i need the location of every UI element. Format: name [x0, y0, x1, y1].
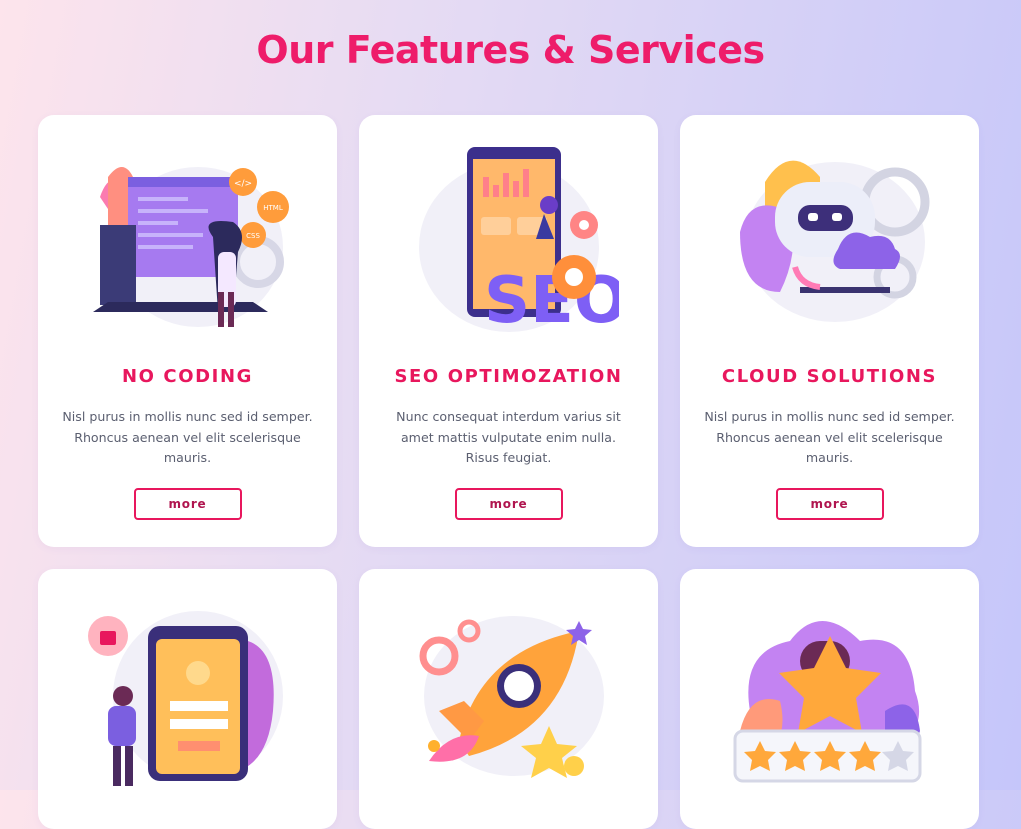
rating-stars-illustration: [733, 621, 921, 783]
more-button-no-coding[interactable]: more: [133, 488, 242, 520]
css-tag-label: CSS: [246, 232, 260, 240]
seo-text: SEO: [484, 264, 619, 337]
html-tag-label: HTML: [263, 204, 283, 212]
cloud-robot-illustration: [739, 160, 929, 322]
more-button-cloud[interactable]: more: [775, 488, 884, 520]
card-text-seo: Nunc consequat interdum varius sit amet …: [396, 409, 621, 465]
card-title-cloud: CLOUD SOLUTIONS: [721, 366, 938, 387]
seo-illustration: SEO: [418, 147, 619, 337]
card-text-no-coding: Nisl purus in mollis nunc sed id semper.…: [62, 409, 313, 465]
feature-card-cloud: CLOUD SOLUTIONS Nisl purus in mollis nun…: [680, 115, 979, 547]
feature-card-seo: SEO SEO OPTIMOZATION Nunc consequat inte…: [359, 115, 658, 547]
feature-card-rating: [680, 569, 979, 829]
rocket-launch-illustration: [419, 616, 604, 778]
feature-card-no-coding: </> HTML CSS NO CODING Nisl purus in mol…: [38, 115, 337, 547]
feature-card-security: [38, 569, 337, 829]
page-title: Our Features & Services: [256, 28, 765, 72]
card-title-no-coding: NO CODING: [121, 366, 254, 387]
security-login-illustration: [87, 611, 283, 786]
no-coding-illustration: </> HTML CSS: [92, 167, 289, 327]
card-title-seo: SEO OPTIMOZATION: [394, 366, 623, 387]
feature-card-rocket: [359, 569, 658, 829]
more-button-seo[interactable]: more: [454, 488, 563, 520]
card-text-cloud: Nisl purus in mollis nunc sed id semper.…: [704, 409, 955, 465]
code-tag-label: </>: [233, 179, 251, 189]
